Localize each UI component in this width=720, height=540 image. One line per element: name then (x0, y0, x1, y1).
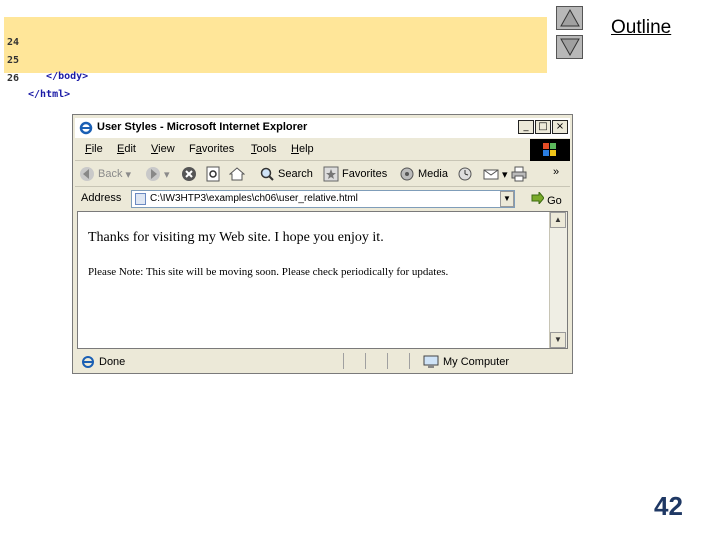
scroll-down-button[interactable]: ▼ (550, 332, 566, 348)
address-input[interactable]: C:\IW3HTP3\examples\ch06\user_relative.h… (131, 190, 515, 208)
status-separator (387, 353, 388, 369)
code-listing: 24 25 </body> 26 </html> (4, 17, 547, 100)
outline-link[interactable]: Outline (611, 17, 671, 39)
code-text: </html> (28, 89, 71, 100)
code-text: </body> (28, 71, 89, 82)
triangle-down-icon (560, 38, 580, 56)
history-button[interactable] (457, 166, 473, 182)
home-icon (229, 167, 245, 181)
status-separator (343, 353, 344, 369)
status-text: Done (81, 355, 125, 369)
minimize-button[interactable]: _ (518, 120, 534, 134)
address-dropdown-button[interactable]: ▼ (500, 191, 514, 207)
security-zone: My Computer (423, 355, 509, 369)
windows-logo-icon (530, 139, 570, 161)
window-title: User Styles - Microsoft Internet Explore… (97, 121, 308, 133)
address-value: C:\IW3HTP3\examples\ch06\user_relative.h… (150, 193, 358, 204)
search-icon (260, 167, 274, 181)
code-line: 24 (4, 19, 28, 48)
triangle-up-icon (560, 9, 580, 27)
mail-icon (483, 169, 499, 180)
home-button[interactable] (229, 166, 245, 182)
toolbar: Back ▾ ▾ Search Favorites Media ▾ » (75, 162, 570, 187)
slide-number: 42 (654, 491, 683, 521)
mail-button[interactable]: ▾ (483, 166, 508, 182)
computer-icon (423, 355, 439, 368)
page-content: Thanks for visiting my Web site. I hope … (77, 211, 568, 349)
content-note: Please Note: This site will be moving so… (88, 266, 449, 278)
forward-arrow-icon (146, 167, 160, 181)
forward-button[interactable]: ▾ (145, 166, 170, 182)
page-icon (135, 193, 146, 205)
menu-favorites[interactable]: Favorites (189, 143, 234, 155)
menu-view[interactable]: View (151, 143, 175, 155)
address-bar: Address C:\IW3HTP3\examples\ch06\user_re… (75, 188, 570, 210)
media-button[interactable]: Media (399, 166, 448, 182)
favorites-button[interactable]: Favorites (323, 166, 387, 182)
printer-icon (511, 166, 527, 182)
browser-window: User Styles - Microsoft Internet Explore… (72, 114, 573, 374)
favorites-star-icon (323, 166, 339, 182)
status-bar: Done My Computer (75, 351, 570, 371)
menu-bar: File Edit View Favorites Tools Help (75, 139, 570, 161)
go-button[interactable]: Go (530, 190, 562, 207)
vertical-scrollbar[interactable]: ▲ ▼ (549, 212, 567, 348)
menu-tools[interactable]: Tools (251, 143, 277, 155)
maximize-button[interactable]: □ (535, 120, 551, 134)
code-line: 26 </html> (4, 55, 70, 100)
next-slide-button[interactable] (556, 35, 583, 59)
previous-slide-button[interactable] (556, 6, 583, 30)
back-button[interactable]: Back ▾ (79, 166, 131, 182)
print-button[interactable] (511, 166, 527, 182)
menu-edit[interactable]: Edit (117, 143, 136, 155)
address-label: Address (81, 192, 122, 204)
menu-file[interactable]: File (85, 143, 103, 155)
title-bar: User Styles - Microsoft Internet Explore… (75, 118, 570, 138)
code-line: 25 </body> (4, 37, 88, 82)
search-button[interactable]: Search (259, 166, 313, 182)
back-arrow-icon (80, 167, 94, 181)
refresh-icon (206, 166, 220, 182)
content-paragraph: Thanks for visiting my Web site. I hope … (88, 230, 384, 245)
close-button[interactable]: × (552, 120, 568, 134)
status-separator (365, 353, 366, 369)
refresh-button[interactable] (205, 166, 221, 182)
media-icon (400, 167, 414, 181)
line-number: 26 (7, 73, 20, 84)
ie-logo-icon (79, 121, 93, 135)
stop-button[interactable] (181, 166, 197, 182)
ie-page-icon (82, 356, 94, 368)
stop-icon (182, 167, 196, 181)
status-separator (409, 353, 410, 369)
toolbar-overflow-button[interactable]: » (553, 166, 559, 178)
go-arrow-icon (531, 190, 545, 206)
menu-help[interactable]: Help (291, 143, 314, 155)
scroll-up-button[interactable]: ▲ (550, 212, 566, 228)
history-icon (458, 167, 472, 181)
